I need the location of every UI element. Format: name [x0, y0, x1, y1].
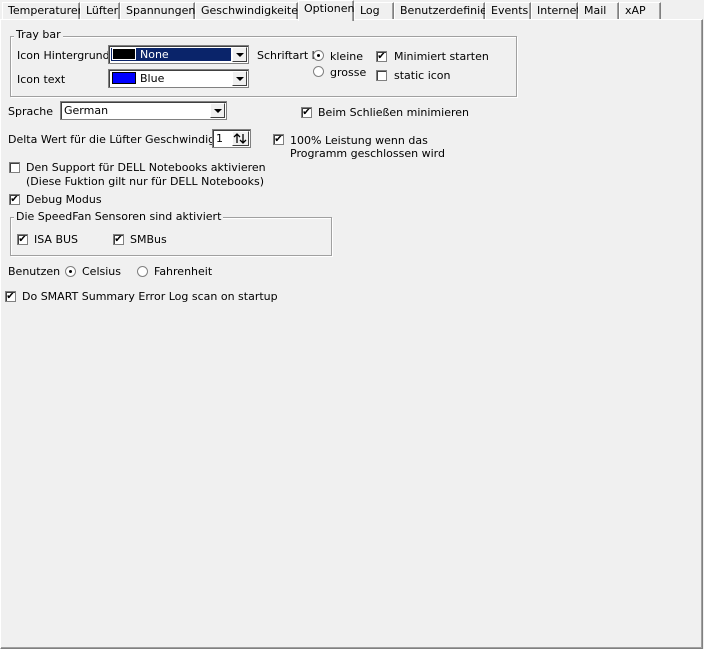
fahrenheit-label: Fahrenheit: [154, 265, 213, 278]
font-small-radio[interactable]: [313, 50, 324, 61]
tab-spannungen[interactable]: Spannungen: [120, 2, 195, 20]
full-power-line1: 100% Leistung wenn das: [290, 134, 428, 147]
full-power-line2: Programm geschlossen wird: [290, 147, 445, 160]
units-label: Benutzen: [8, 265, 61, 278]
color-swatch-none: [112, 48, 136, 60]
smart-scan-label: Do SMART Summary Error Log scan on start…: [22, 290, 278, 303]
tab-geschwindigkeiten[interactable]: Geschwindigkeiten: [195, 2, 305, 20]
full-power-checkbox[interactable]: ✔: [273, 134, 284, 145]
icon-background-value: None: [140, 48, 169, 61]
fahrenheit-radio[interactable]: [137, 266, 148, 277]
celsius-label: Celsius: [82, 265, 121, 278]
traybar-legend: Tray bar: [14, 28, 63, 41]
tab-xap[interactable]: xAP: [619, 2, 661, 20]
sensors-legend: Die SpeedFan Sensoren sind aktiviert: [14, 210, 224, 223]
debug-label: Debug Modus: [26, 193, 102, 206]
isa-bus-checkbox[interactable]: ✔: [17, 234, 28, 245]
tab-optionen[interactable]: Optionen: [298, 0, 354, 21]
spinner-arrows-icon[interactable]: [232, 131, 249, 146]
icon-background-select[interactable]: None: [108, 45, 249, 64]
language-select[interactable]: German: [60, 101, 227, 120]
static-icon-checkbox[interactable]: [376, 70, 387, 81]
tab-internet[interactable]: Internet: [531, 2, 581, 20]
font-large-label: grosse: [330, 66, 367, 79]
start-minimized-label: Minimiert starten: [394, 50, 489, 63]
color-swatch-blue: [112, 72, 136, 84]
tab-events[interactable]: Events: [485, 2, 531, 20]
tab-log[interactable]: Log: [354, 2, 394, 20]
debug-checkbox[interactable]: ✔: [9, 194, 20, 205]
icon-text-value: Blue: [140, 72, 165, 85]
close-minimize-checkbox[interactable]: ✔: [301, 107, 312, 118]
dell-support-line1: Den Support für DELL Notebooks aktiviere…: [26, 161, 266, 174]
isa-bus-label: ISA BUS: [34, 233, 79, 246]
tab-luefter[interactable]: Lüfter: [80, 2, 120, 20]
icon-text-label: Icon text: [17, 73, 66, 86]
tab-temperaturen[interactable]: Temperaturen: [2, 2, 85, 20]
delta-spinner[interactable]: 1: [212, 129, 251, 148]
delta-value: 1: [216, 132, 223, 145]
delta-label: Delta Wert für die Lüfter Geschwindigkei…: [8, 133, 236, 146]
tab-mail[interactable]: Mail: [578, 2, 619, 20]
chevron-down-icon[interactable]: [232, 47, 247, 62]
chevron-down-icon[interactable]: [232, 71, 247, 86]
dell-support-line2: (Diese Fuktion gilt nur für DELL Noteboo…: [26, 175, 264, 188]
smbus-checkbox[interactable]: ✔: [113, 234, 124, 245]
traybar-group: [10, 36, 517, 97]
font-small-label: kleine: [330, 50, 363, 63]
language-label: Sprache: [8, 105, 54, 118]
static-icon-label: static icon: [394, 69, 451, 82]
font-size-label: Schriftart b: [257, 49, 319, 62]
smbus-label: SMBus: [130, 233, 167, 246]
icon-background-label: Icon Hintergrund: [17, 49, 110, 62]
chevron-down-icon[interactable]: [210, 103, 225, 118]
font-large-radio[interactable]: [313, 66, 324, 77]
language-value: German: [64, 104, 109, 117]
close-minimize-label: Beim Schließen minimieren: [318, 106, 469, 119]
start-minimized-checkbox[interactable]: ✔: [376, 51, 387, 62]
dell-support-checkbox[interactable]: [9, 162, 20, 173]
tab-benutzerdefiniert[interactable]: Benutzerdefiniert: [394, 2, 496, 20]
celsius-radio[interactable]: [65, 266, 76, 277]
icon-text-select[interactable]: Blue: [108, 69, 249, 88]
smart-scan-checkbox[interactable]: ✔: [5, 291, 16, 302]
